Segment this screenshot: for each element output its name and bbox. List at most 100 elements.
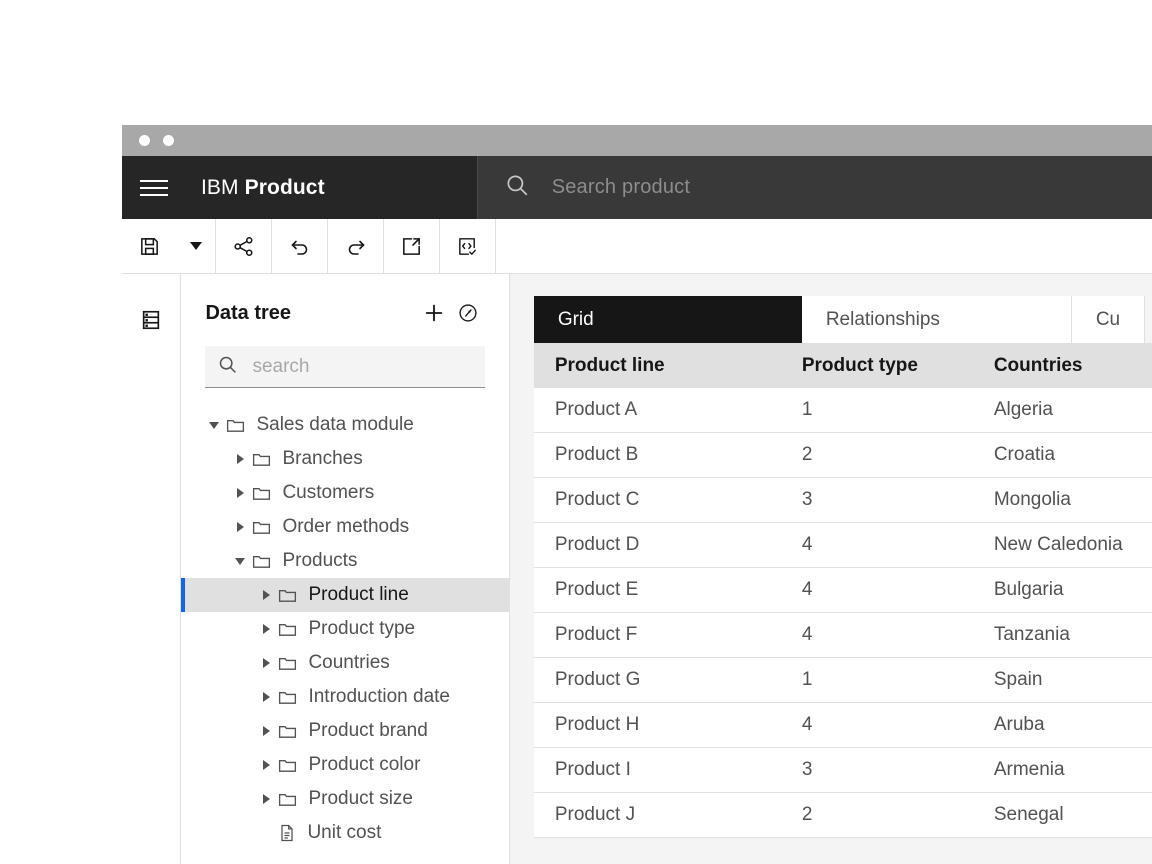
chevron-right-icon[interactable] (229, 488, 251, 498)
table-cell: New Caledonia (994, 534, 1152, 556)
app-header: IBM Product Search product (122, 156, 1152, 219)
table-row[interactable]: Product C3Mongolia (534, 478, 1152, 523)
chevron-right-icon[interactable] (255, 658, 277, 668)
table-row[interactable]: Product B2Croatia (534, 433, 1152, 478)
tree-item-product-type[interactable]: Product type (181, 612, 508, 646)
chevron-down-icon[interactable] (229, 558, 251, 565)
validate-button[interactable] (440, 219, 495, 273)
table-cell: 4 (802, 579, 994, 601)
tab-relationships[interactable]: Relationships (802, 296, 1072, 343)
tree-item-customers[interactable]: Customers (181, 476, 508, 510)
search-icon (217, 354, 238, 380)
table-row[interactable]: Product A1Algeria (534, 388, 1152, 433)
tree-item-label: Product color (308, 754, 420, 776)
chevron-down-icon (190, 242, 202, 250)
table-cell: Senegal (994, 804, 1152, 826)
table-row[interactable]: Product G1Spain (534, 658, 1152, 703)
tree-search-placeholder: search (252, 356, 309, 378)
folder-icon (277, 585, 298, 606)
tab-cu[interactable]: Cu (1072, 296, 1145, 343)
chevron-right-icon[interactable] (229, 454, 251, 464)
tree-item-unit-cost[interactable]: Unit cost (181, 816, 508, 850)
folder-icon (251, 517, 272, 538)
tree-item-label: Product type (308, 618, 415, 640)
chevron-right-icon[interactable] (229, 522, 251, 532)
page-title: Data tree (205, 302, 416, 325)
chevron-right-icon[interactable] (255, 624, 277, 634)
tab-grid[interactable]: Grid (534, 296, 802, 343)
toolbar (122, 219, 1152, 274)
tree-item-label: Product line (308, 584, 408, 606)
redo-button[interactable] (328, 219, 383, 273)
compass-icon[interactable] (451, 296, 485, 330)
save-button[interactable] (122, 219, 177, 273)
table-row[interactable]: Product I3Armenia (534, 748, 1152, 793)
tree-item-products[interactable]: Products (181, 544, 508, 578)
tree-item-label: Customers (282, 482, 374, 504)
chevron-right-icon[interactable] (255, 590, 277, 600)
tree-item-sales-data-module[interactable]: Sales data module (181, 408, 508, 442)
sidebar-item-data-table[interactable] (131, 302, 171, 342)
table-cell: Armenia (994, 759, 1152, 781)
table-cell: 4 (802, 624, 994, 646)
toolbar-group-validate (440, 219, 496, 273)
table-row[interactable]: Product D4New Caledonia (534, 523, 1152, 568)
table-cell: Product B (534, 444, 802, 466)
launch-button[interactable] (384, 219, 439, 273)
toolbar-group-redo (328, 219, 384, 273)
folder-icon (251, 551, 272, 572)
table-cell: Product I (534, 759, 802, 781)
chevron-right-icon[interactable] (255, 760, 277, 770)
table-row[interactable]: Product E4Bulgaria (534, 568, 1152, 613)
add-button[interactable] (417, 296, 451, 330)
table-cell: Bulgaria (994, 579, 1152, 601)
window-dot-two-icon[interactable] (163, 135, 174, 146)
chevron-down-icon[interactable] (203, 422, 225, 429)
tab-label: Grid (558, 309, 594, 331)
tree-item-label: Product brand (308, 720, 427, 742)
column-header[interactable]: Product line (534, 355, 802, 377)
table-cell: Mongolia (994, 489, 1152, 511)
undo-button[interactable] (272, 219, 327, 273)
search-icon (504, 172, 530, 203)
table-cell: 2 (802, 804, 994, 826)
table-cell: 1 (802, 399, 994, 421)
data-table-icon (140, 309, 162, 336)
chevron-right-icon[interactable] (255, 726, 277, 736)
search-input[interactable]: Search product (477, 156, 1152, 219)
tree-search-input[interactable]: search (205, 346, 484, 388)
chevron-right-icon[interactable] (255, 794, 277, 804)
tree-item-label: Countries (308, 652, 389, 674)
tree-item-product-size[interactable]: Product size (181, 782, 508, 816)
tree-item-introduction-date[interactable]: Introduction date (181, 680, 508, 714)
share-button[interactable] (216, 219, 271, 273)
table-cell: Product G (534, 669, 802, 691)
data-tree-panel: Data tree (181, 274, 509, 864)
tree-item-product-line[interactable]: Product line (181, 578, 508, 612)
column-header[interactable]: Product type (802, 355, 994, 377)
folder-icon (251, 483, 272, 504)
hamburger-menu-icon[interactable] (122, 156, 185, 219)
app-brand[interactable]: IBM Product (185, 156, 325, 219)
column-header[interactable]: Countries (994, 355, 1152, 377)
tree-item-countries[interactable]: Countries (181, 646, 508, 680)
window-dot-one-icon[interactable] (139, 135, 150, 146)
table-cell: 4 (802, 534, 994, 556)
toolbar-group-share (216, 219, 272, 273)
table-cell: 2 (802, 444, 994, 466)
tree-item-branches[interactable]: Branches (181, 442, 508, 476)
folder-icon (251, 449, 272, 470)
table-cell: Product C (534, 489, 802, 511)
table-row[interactable]: Product H4Aruba (534, 703, 1152, 748)
folder-icon (277, 619, 298, 640)
tree-item-product-color[interactable]: Product color (181, 748, 508, 782)
table-cell: Aruba (994, 714, 1152, 736)
tree-item-order-methods[interactable]: Order methods (181, 510, 508, 544)
chevron-right-icon[interactable] (255, 692, 277, 702)
table-row[interactable]: Product F4Tanzania (534, 613, 1152, 658)
header-spacer (325, 156, 477, 219)
tree-item-label: Products (282, 550, 357, 572)
tree-item-product-brand[interactable]: Product brand (181, 714, 508, 748)
save-dropdown-button[interactable] (177, 219, 215, 273)
table-row[interactable]: Product J2Senegal (534, 793, 1152, 838)
